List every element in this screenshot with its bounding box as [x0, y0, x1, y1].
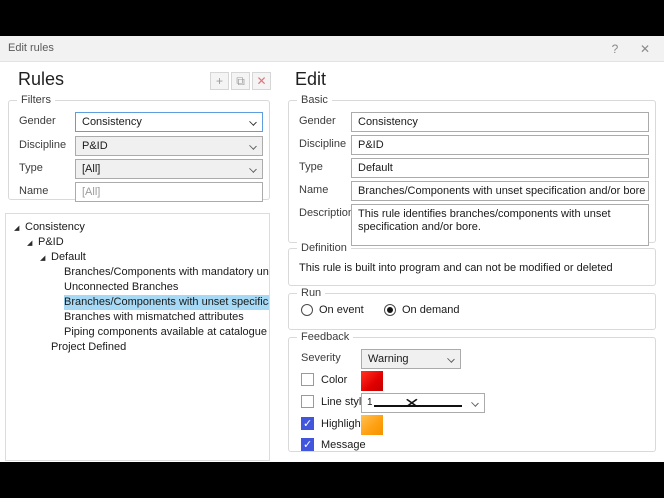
- dialog-title: Edit rules: [8, 42, 54, 54]
- filters-group: Filters Gender Consistency Discipline P&…: [8, 100, 270, 200]
- color-checkbox[interactable]: Color: [301, 373, 347, 386]
- chevron-down-icon: [249, 165, 257, 173]
- expander-icon[interactable]: ◢: [27, 236, 32, 250]
- run-group: Run On event On demand: [288, 293, 656, 330]
- letterbox-top: [0, 0, 664, 36]
- chevron-down-icon: [249, 142, 257, 150]
- highlight-swatch[interactable]: [361, 415, 383, 435]
- line-style-checkbox[interactable]: Line style: [301, 395, 367, 408]
- delete-rule-button[interactable]: ✕: [252, 72, 271, 90]
- line-x-marker-icon: ✕: [404, 395, 420, 412]
- rules-panel-title: Rules: [18, 69, 64, 90]
- checkbox-unchecked-icon: [301, 373, 314, 386]
- filter-type-value: [All]: [82, 163, 100, 175]
- plus-icon: +: [216, 74, 223, 88]
- definition-group-title: Definition: [297, 242, 351, 254]
- rules-toolbar: + ⧉ ✕: [210, 72, 271, 90]
- screen: Edit rules ? ✕ Rules + ⧉ ✕ Filters Gende…: [0, 0, 664, 498]
- dialog-body: Rules + ⧉ ✕ Filters Gender Consistency D…: [0, 62, 664, 462]
- delete-icon: ✕: [256, 74, 266, 88]
- edit-panel-title: Edit: [295, 69, 326, 90]
- highlight-checkbox[interactable]: Highlight: [301, 417, 364, 430]
- help-icon[interactable]: ?: [600, 36, 630, 62]
- checkbox-unchecked-icon: [301, 395, 314, 408]
- chevron-down-icon: [471, 399, 479, 407]
- run-on-demand-radio[interactable]: On demand: [384, 304, 459, 316]
- tree-item-default[interactable]: ◢ Default: [6, 250, 269, 265]
- feedback-group-title: Feedback: [297, 331, 353, 343]
- checkbox-checked-icon: [301, 438, 314, 451]
- basic-group: Basic Gender Consistency Discipline P&ID…: [288, 100, 656, 243]
- line-style-dropdown[interactable]: 1 ✕: [361, 393, 485, 413]
- basic-name-input[interactable]: Branches/Components with unset specifica…: [351, 181, 649, 201]
- radio-icon: [301, 304, 313, 316]
- basic-discipline-input[interactable]: P&ID: [351, 135, 649, 155]
- duplicate-icon: ⧉: [236, 74, 245, 88]
- run-group-title: Run: [297, 287, 325, 299]
- close-icon[interactable]: ✕: [630, 36, 660, 62]
- radio-selected-icon: [384, 304, 396, 316]
- definition-group: Definition This rule is built into progr…: [288, 248, 656, 286]
- filter-discipline-label: Discipline: [19, 139, 66, 151]
- filter-type-label: Type: [19, 162, 43, 174]
- tree-item-consistency[interactable]: ◢ Consistency: [6, 220, 269, 235]
- basic-type-input[interactable]: Default: [351, 158, 649, 178]
- duplicate-rule-button[interactable]: ⧉: [231, 72, 250, 90]
- rules-tree: ◢ Consistency ◢ P&ID ◢ Default Branches/…: [5, 213, 270, 461]
- tree-item-project-defined[interactable]: Project Defined: [6, 340, 269, 355]
- basic-description-textarea[interactable]: This rule identifies branches/components…: [351, 204, 649, 246]
- basic-type-label: Type: [299, 161, 323, 173]
- filter-name-label: Name: [19, 185, 48, 197]
- tree-item[interactable]: Piping components available at catalogue…: [6, 325, 269, 340]
- message-checkbox[interactable]: Message: [301, 438, 366, 451]
- filters-group-title: Filters: [17, 94, 55, 106]
- filter-type-dropdown[interactable]: [All]: [75, 159, 263, 179]
- chevron-down-icon: [249, 118, 257, 126]
- filter-name-placeholder: [All]: [82, 186, 100, 198]
- tree-item[interactable]: Branches/Components with mandatory unset…: [6, 265, 269, 280]
- severity-label: Severity: [301, 352, 341, 364]
- feedback-group: Feedback Severity Warning Color Line sty…: [288, 337, 656, 452]
- checkbox-checked-icon: [301, 417, 314, 430]
- severity-dropdown[interactable]: Warning: [361, 349, 461, 369]
- tree-item[interactable]: Branches with mismatched attributes: [6, 310, 269, 325]
- filter-gender-value: Consistency: [82, 116, 142, 128]
- dialog-titlebar: Edit rules ? ✕: [0, 36, 664, 62]
- letterbox-bottom: [0, 462, 664, 498]
- basic-gender-label: Gender: [299, 115, 336, 127]
- severity-value: Warning: [368, 353, 409, 365]
- filter-gender-dropdown[interactable]: Consistency: [75, 112, 263, 132]
- filter-name-input[interactable]: [All]: [75, 182, 263, 202]
- expander-icon[interactable]: ◢: [14, 221, 19, 235]
- filter-discipline-value: P&ID: [82, 140, 108, 152]
- expander-icon[interactable]: ◢: [40, 251, 45, 265]
- line-style-value: 1: [367, 397, 373, 408]
- filter-gender-label: Gender: [19, 115, 56, 127]
- tree-item[interactable]: Unconnected Branches: [6, 280, 269, 295]
- run-on-event-radio[interactable]: On event: [301, 304, 364, 316]
- definition-text: This rule is built into program and can …: [299, 262, 613, 274]
- basic-name-label: Name: [299, 184, 328, 196]
- basic-description-label: Description: [299, 207, 354, 219]
- tree-item-pid[interactable]: ◢ P&ID: [6, 235, 269, 250]
- tree-item-selected[interactable]: Branches/Components with unset specifica…: [6, 295, 269, 310]
- filter-discipline-dropdown[interactable]: P&ID: [75, 136, 263, 156]
- add-rule-button[interactable]: +: [210, 72, 229, 90]
- basic-discipline-label: Discipline: [299, 138, 346, 150]
- basic-group-title: Basic: [297, 94, 332, 106]
- chevron-down-icon: [447, 355, 455, 363]
- basic-gender-input[interactable]: Consistency: [351, 112, 649, 132]
- color-swatch[interactable]: [361, 371, 383, 391]
